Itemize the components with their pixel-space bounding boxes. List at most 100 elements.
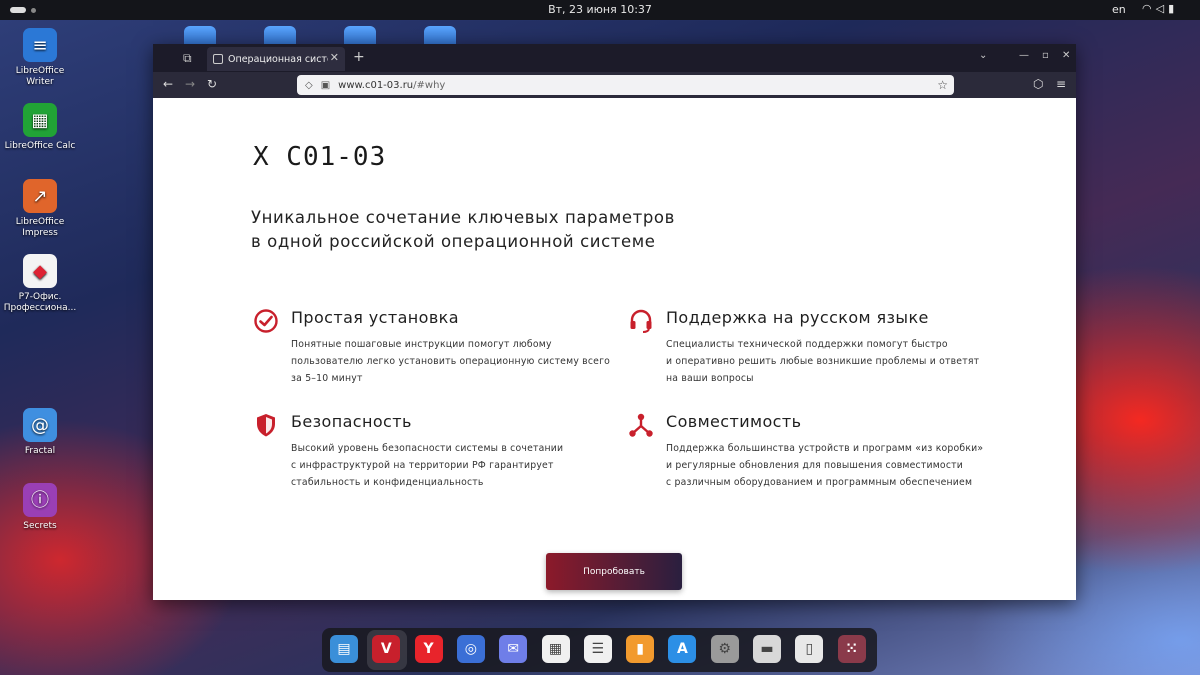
clock[interactable]: Вт, 23 июня 10:37 [0,3,1200,16]
desktop-icon-label: LibreOffice Calc [4,141,76,151]
feature-line: стабильность и конфиденциальность [291,477,484,488]
feature-line: Специалисты технической поддержки помогу… [666,339,948,350]
mail-icon[interactable]: ✉ [499,635,528,663]
system-tray[interactable]: ◠◁▮ [1142,2,1178,15]
tagline-line: Уникальное сочетание ключевых параметров [251,208,675,227]
browser-window: ⧉ Операционная система ✕ + ⌄ — ▫ ✕ ← → ↻… [153,44,1076,600]
desktop-icon-hidden[interactable] [424,26,456,46]
forward-button[interactable]: → [185,77,195,91]
desktop-icon-label: Р7-Офис. [18,292,62,302]
calc-icon: ▦ [23,103,57,137]
network-icon [629,413,653,437]
try-button[interactable]: Попробовать [546,553,682,590]
desktop-icon-label: Secrets [23,521,57,531]
chevron-down-icon[interactable]: ⌄ [979,50,987,61]
wifi-icon: ◠ [1142,2,1156,15]
desktop-icon-fractal[interactable]: @ Fractal [0,408,80,457]
desktop-icon-label: Профессиона... [3,303,77,313]
url-host: www.c01-03.ru [338,79,414,91]
shield-icon [257,414,275,437]
feature-description: Понятные пошаговые инструкции помогут лю… [291,336,611,387]
desktop-icon-hidden[interactable] [184,26,216,46]
calendar-icon[interactable]: ▦ [541,635,570,663]
feature-line: за 5–10 минут [291,373,363,384]
check-circle-icon [254,309,278,333]
feature-line: с различным оборудованием и программным … [666,477,973,488]
site-logo[interactable]: X C01-03 [253,142,386,172]
tasks-icon[interactable]: ☰ [583,635,612,663]
documents-icon[interactable]: ▯ [795,635,824,663]
shield-icon[interactable]: ◇ [305,80,313,91]
desktop-icon-label: Fractal [24,446,56,456]
bookmark-star-icon[interactable]: ☆ [937,78,948,92]
desktop-icon-label: Writer [26,77,54,87]
vivaldi-icon[interactable]: V [372,635,401,663]
feature-title: Простая установка [291,308,459,327]
fractal-icon: @ [23,408,57,442]
feature-title: Безопасность [291,412,412,431]
writer-icon: ≡ [23,28,57,62]
volume-icon: ◁ [1155,2,1169,15]
feature-line: Поддержка большинства устройств и програ… [666,443,984,454]
desktop-icon-secrets[interactable]: ⓘ Secrets [0,483,80,532]
feature-title: Поддержка на русском языке [666,308,929,327]
desktop-icon-hidden[interactable] [344,26,376,46]
close-window-button[interactable]: ✕ [1062,50,1070,61]
desktop-icon-writer[interactable]: ≡ LibreOffice Writer [0,28,80,88]
maximize-button[interactable]: ▫ [1042,50,1049,61]
page-tagline: Уникальное сочетание ключевых параметров… [251,206,675,254]
tab-active[interactable]: Операционная система ✕ [207,47,345,71]
storage-icon[interactable]: ▬ [753,635,781,663]
reload-button[interactable]: ↻ [207,77,217,91]
desktop-icon-label: LibreOffice [15,66,65,76]
desktop-icon-r7-office[interactable]: ◆ Р7-Офис. Профессиона... [0,254,80,314]
yandex-browser-icon[interactable]: Y [414,635,443,663]
settings-icon[interactable]: ⚙ [710,635,739,663]
battery-icon: ▮ [1168,2,1179,15]
feature-line: и регулярные обновления для повышения со… [666,460,963,471]
desktop-icon-label: LibreOffice [15,217,65,227]
desktop-icon-impress[interactable]: ↗ LibreOffice Impress [0,179,80,239]
impress-icon: ↗ [23,179,57,213]
feature-line: Понятные пошаговые инструкции помогут лю… [291,339,552,350]
tab-title: Операционная система [228,53,328,65]
top-bar: Вт, 23 июня 10:37 en ◠◁▮ [0,0,1200,20]
feature-line: Высокий уровень безопасности системы в с… [291,443,564,454]
menu-icon[interactable]: ≡ [1056,77,1066,91]
keyboard-layout[interactable]: en [1112,3,1126,16]
chromium-icon[interactable]: ◎ [456,635,485,663]
tab-bar: ⧉ Операционная система ✕ + ⌄ — ▫ ✕ [153,44,1076,72]
dock: ▤ V Y ◎ ✉ ▦ ☰ ▮ A ⚙ ▬ ▯ ⁙ [322,628,877,672]
r7-office-icon: ◆ [23,254,57,288]
feature-line: на ваши вопросы [666,373,754,384]
feature-line: пользователю легко установить операционн… [291,356,611,367]
office-icon[interactable]: ▮ [626,635,655,663]
url-bar[interactable]: ◇ ▣ www.c01-03.ru/#why ☆ [297,75,954,95]
desktop-icon-hidden[interactable] [264,26,296,46]
close-tab-icon[interactable]: ✕ [330,51,339,64]
file-manager-icon[interactable]: ▤ [330,635,358,663]
desktop-icon-label: Impress [22,228,58,238]
tagline-line: в одной российской операционной системе [251,232,656,251]
secrets-icon: ⓘ [23,483,57,517]
url-path: /#why [413,79,446,91]
feature-title: Совместимость [666,412,802,431]
page-icon [213,54,223,64]
feature-description: Высокий уровень безопасности системы в с… [291,440,611,491]
nav-bar: ← → ↻ ◇ ▣ www.c01-03.ru/#why ☆ ⬡ ≡ [153,72,1076,98]
app-grid-icon[interactable]: ⁙ [837,635,866,663]
back-button[interactable]: ← [163,77,173,91]
feature-description: Специалисты технической поддержки помогу… [666,336,986,387]
tab-list-icon[interactable]: ⧉ [183,51,192,66]
minimize-button[interactable]: — [1019,50,1029,61]
feature-line: с инфраструктурой на территории РФ гаран… [291,460,554,471]
lock-icon[interactable]: ▣ [321,80,330,91]
feature-description: Поддержка большинства устройств и програ… [666,440,986,491]
new-tab-button[interactable]: + [353,49,365,65]
desktop-icon-calc[interactable]: ▦ LibreOffice Calc [0,103,80,152]
web-page: X C01-03 Уникальное сочетание ключевых п… [153,98,1076,600]
software-store-icon[interactable]: A [668,635,697,663]
headset-icon [630,309,652,333]
extensions-icon[interactable]: ⬡ [1033,77,1043,91]
feature-line: и оперативно решить любые возникшие проб… [666,356,980,367]
